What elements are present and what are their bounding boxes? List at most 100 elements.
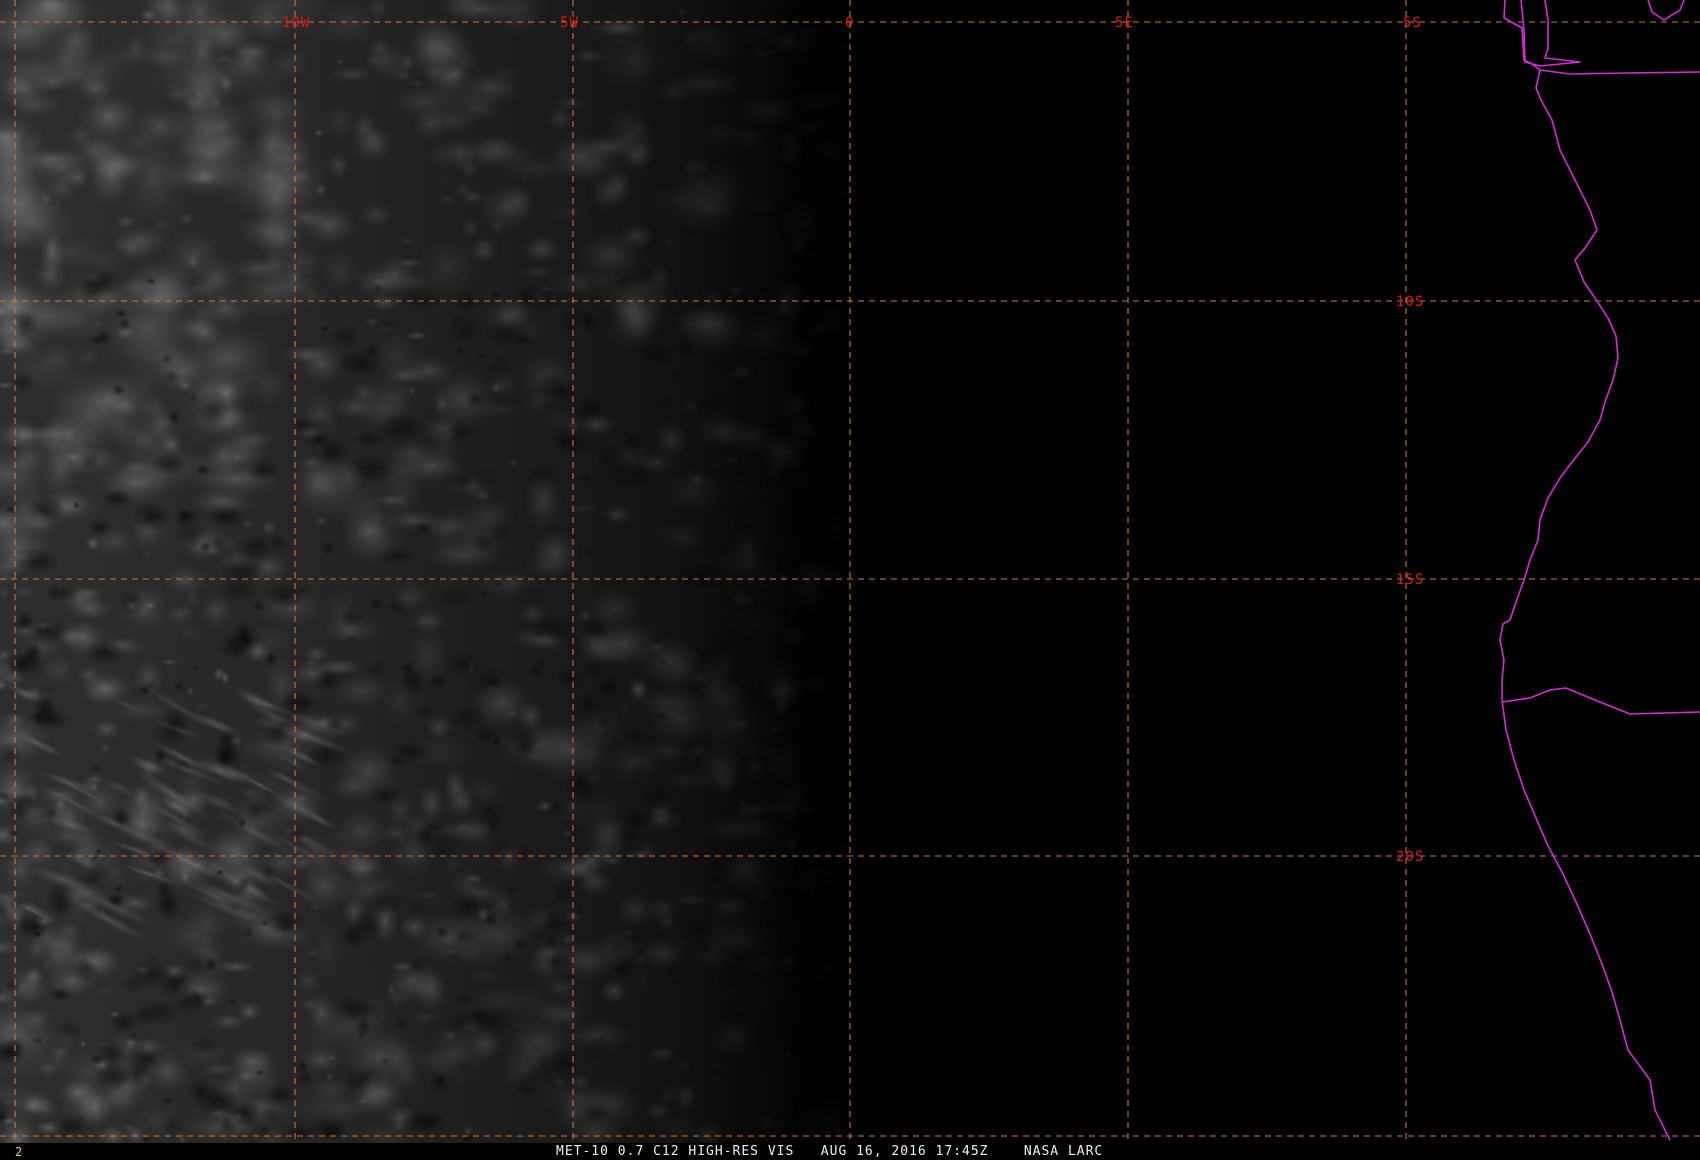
clear-sky-gap [254, 1069, 265, 1076]
cloud-cell [777, 121, 808, 174]
clear-sky-gap [200, 398, 231, 428]
clear-sky-gap [190, 394, 198, 402]
clear-sky-gap [126, 1031, 140, 1042]
clear-sky-gap [705, 853, 732, 877]
cloud-cell [336, 59, 346, 65]
cloud-cell [99, 743, 111, 754]
clear-sky-gap [333, 292, 341, 302]
clear-sky-gap [27, 616, 68, 646]
cloud-cell [418, 890, 440, 901]
clear-sky-gap [547, 800, 568, 814]
cloud-cell [805, 319, 829, 341]
clear-sky-gap [567, 693, 607, 717]
clear-sky-gap [95, 848, 103, 855]
clear-sky-gap [766, 323, 793, 345]
clear-sky-gap [97, 1039, 130, 1069]
clear-sky-gap [473, 802, 512, 829]
cloud-cell [799, 129, 885, 191]
clear-sky-gap [210, 535, 228, 551]
clear-sky-gap [407, 959, 424, 974]
cloud-cell [714, 768, 737, 793]
clear-sky-gap [588, 1107, 605, 1119]
cloud-cell [279, 344, 333, 365]
clear-sky-gap [435, 926, 449, 939]
cloud-cell [436, 193, 459, 206]
clear-sky-gap [765, 796, 772, 803]
clear-sky-gap [50, 988, 73, 1001]
cloud-cell [678, 156, 712, 179]
clear-sky-gap [780, 689, 800, 701]
clear-sky-gap [479, 589, 489, 600]
clear-sky-gap [785, 846, 818, 872]
clear-sky-gap [763, 887, 816, 917]
clear-sky-gap [795, 440, 808, 447]
clear-sky-gap [756, 466, 769, 474]
cloud-cell [781, 339, 824, 360]
cloud-cell [151, 348, 212, 396]
cloud-cell [439, 135, 479, 172]
cloud-cell [398, 912, 431, 942]
clear-sky-gap [576, 311, 598, 334]
clear-sky-gap [362, 343, 381, 358]
clear-sky-gap [186, 989, 210, 1010]
clear-sky-gap [89, 764, 104, 774]
clear-sky-gap [47, 837, 91, 868]
clear-sky-gap [77, 450, 102, 472]
clear-sky-gap [753, 947, 791, 977]
cloud-cell [507, 457, 520, 468]
clear-sky-gap [601, 730, 610, 737]
clear-sky-gap [264, 652, 279, 666]
clear-sky-gap [172, 679, 185, 694]
cloud-cell [468, 967, 501, 984]
clear-sky-gap [118, 316, 132, 333]
clear-sky-gap [726, 471, 763, 500]
clear-sky-gap [491, 835, 514, 855]
clear-sky-gap [160, 353, 173, 365]
clear-sky-gap [473, 467, 498, 496]
clear-sky-gap [359, 886, 407, 916]
clear-sky-gap [518, 287, 561, 312]
clear-sky-gap [242, 927, 254, 939]
cloud-cell [76, 345, 101, 370]
clear-sky-gap [448, 946, 461, 960]
clear-sky-gap [556, 666, 583, 689]
clear-sky-gap [172, 758, 191, 771]
clear-sky-gap [300, 417, 333, 436]
cloud-cell [769, 231, 787, 242]
clear-sky-gap [153, 748, 167, 764]
cloud-cell [241, 519, 254, 530]
cloud-cell [179, 625, 199, 640]
clear-sky-gap [176, 520, 212, 548]
cloud-cell [397, 238, 417, 246]
clear-sky-gap [673, 338, 695, 359]
clear-sky-gap [3, 975, 22, 994]
cloud-cell [667, 69, 749, 99]
cloud-cell [780, 1050, 796, 1059]
clear-sky-gap [755, 774, 784, 793]
longitude-label: 5W [560, 15, 579, 31]
clear-sky-gap [341, 1064, 386, 1095]
clear-sky-gap [296, 585, 309, 595]
clear-sky-gap [702, 1066, 722, 1078]
cloud-cell [25, 935, 47, 964]
cloud-cell [775, 386, 816, 425]
clear-sky-gap [102, 489, 133, 508]
clear-sky-gap [643, 783, 672, 812]
clear-sky-gap [579, 618, 608, 642]
clear-sky-gap [380, 1057, 390, 1065]
clear-sky-gap [112, 807, 132, 828]
clear-sky-gap [71, 864, 117, 893]
clear-sky-gap [114, 884, 124, 894]
cloud-cell [249, 117, 296, 171]
clear-sky-gap [266, 582, 304, 609]
cloud-cell [186, 685, 195, 697]
cloud-cell [177, 211, 196, 226]
clear-sky-gap [454, 346, 464, 356]
cloud-cell [94, 405, 111, 416]
clear-sky-gap [264, 725, 288, 746]
clear-sky-gap [145, 277, 157, 285]
clear-sky-gap [288, 828, 307, 841]
clear-sky-gap [175, 275, 211, 296]
clear-sky-gap [585, 857, 619, 884]
clear-sky-gap [434, 1073, 447, 1088]
